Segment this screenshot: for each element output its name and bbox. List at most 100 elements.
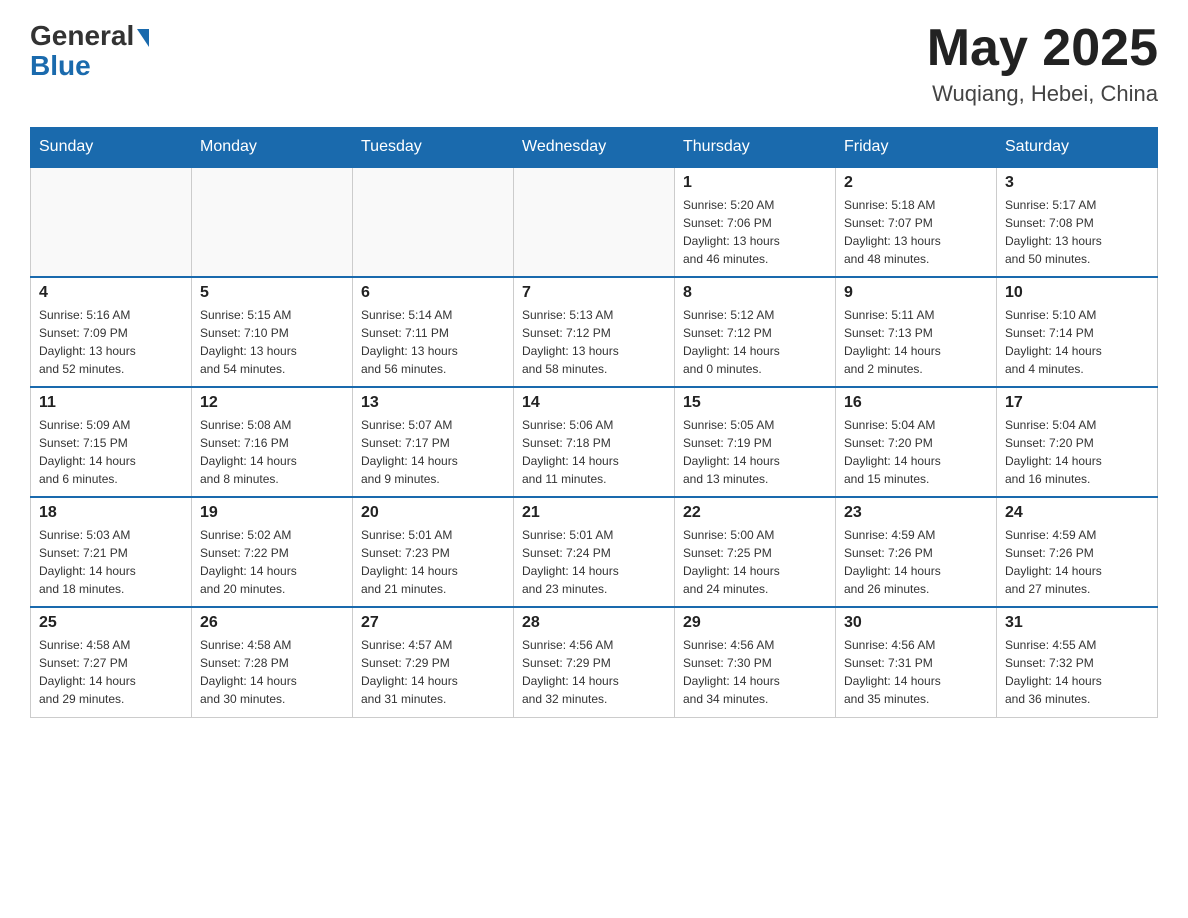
day-info: Sunrise: 5:04 AM Sunset: 7:20 PM Dayligh… [1005,416,1149,488]
day-number: 25 [39,614,183,632]
calendar-cell: 13 Sunrise: 5:07 AM Sunset: 7:17 PM Dayli… [353,387,514,497]
day-info: Sunrise: 5:05 AM Sunset: 7:19 PM Dayligh… [683,416,827,488]
calendar-week-row: 18 Sunrise: 5:03 AM Sunset: 7:21 PM Dayli… [31,497,1158,607]
day-number: 9 [844,284,988,302]
calendar-header-sunday: Sunday [31,128,192,168]
day-info: Sunrise: 5:04 AM Sunset: 7:20 PM Dayligh… [844,416,988,488]
day-number: 1 [683,174,827,192]
calendar-cell: 8 Sunrise: 5:12 AM Sunset: 7:12 PM Daylig… [675,277,836,387]
day-info: Sunrise: 5:10 AM Sunset: 7:14 PM Dayligh… [1005,306,1149,378]
calendar-cell: 31 Sunrise: 4:55 AM Sunset: 7:32 PM Dayli… [997,607,1158,717]
day-info: Sunrise: 5:07 AM Sunset: 7:17 PM Dayligh… [361,416,505,488]
day-number: 26 [200,614,344,632]
day-number: 6 [361,284,505,302]
calendar-cell [31,167,192,277]
day-number: 2 [844,174,988,192]
calendar-cell: 26 Sunrise: 4:58 AM Sunset: 7:28 PM Dayli… [192,607,353,717]
calendar-cell: 17 Sunrise: 5:04 AM Sunset: 7:20 PM Dayli… [997,387,1158,497]
day-info: Sunrise: 5:11 AM Sunset: 7:13 PM Dayligh… [844,306,988,378]
calendar-header-monday: Monday [192,128,353,168]
day-info: Sunrise: 5:06 AM Sunset: 7:18 PM Dayligh… [522,416,666,488]
calendar-week-row: 25 Sunrise: 4:58 AM Sunset: 7:27 PM Dayli… [31,607,1158,717]
calendar-cell: 9 Sunrise: 5:11 AM Sunset: 7:13 PM Daylig… [836,277,997,387]
day-number: 27 [361,614,505,632]
calendar-week-row: 11 Sunrise: 5:09 AM Sunset: 7:15 PM Dayli… [31,387,1158,497]
calendar-header-tuesday: Tuesday [353,128,514,168]
day-number: 3 [1005,174,1149,192]
day-info: Sunrise: 5:15 AM Sunset: 7:10 PM Dayligh… [200,306,344,378]
calendar-cell: 3 Sunrise: 5:17 AM Sunset: 7:08 PM Daylig… [997,167,1158,277]
day-number: 7 [522,284,666,302]
day-info: Sunrise: 4:58 AM Sunset: 7:28 PM Dayligh… [200,636,344,708]
page-header: General Blue May 2025 Wuqiang, Hebei, Ch… [30,20,1158,107]
calendar-cell: 4Sunrise: 5:16 AM Sunset: 7:09 PM Daylig… [31,277,192,387]
calendar-cell [514,167,675,277]
logo: General Blue [30,20,149,82]
day-number: 23 [844,504,988,522]
day-info: Sunrise: 4:57 AM Sunset: 7:29 PM Dayligh… [361,636,505,708]
day-info: Sunrise: 4:59 AM Sunset: 7:26 PM Dayligh… [1005,526,1149,598]
calendar-header-row: SundayMondayTuesdayWednesdayThursdayFrid… [31,128,1158,168]
calendar-cell: 18 Sunrise: 5:03 AM Sunset: 7:21 PM Dayli… [31,497,192,607]
calendar-cell: 16 Sunrise: 5:04 AM Sunset: 7:20 PM Dayli… [836,387,997,497]
calendar-week-row: 1 Sunrise: 5:20 AM Sunset: 7:06 PM Daylig… [31,167,1158,277]
calendar-table: SundayMondayTuesdayWednesdayThursdayFrid… [30,127,1158,718]
calendar-cell: 6Sunrise: 5:14 AM Sunset: 7:11 PM Daylig… [353,277,514,387]
calendar-cell: 11 Sunrise: 5:09 AM Sunset: 7:15 PM Dayli… [31,387,192,497]
calendar-header-friday: Friday [836,128,997,168]
calendar-cell: 22Sunrise: 5:00 AM Sunset: 7:25 PM Dayli… [675,497,836,607]
day-info: Sunrise: 5:02 AM Sunset: 7:22 PM Dayligh… [200,526,344,598]
day-info: Sunrise: 4:58 AM Sunset: 7:27 PM Dayligh… [39,636,183,708]
day-number: 28 [522,614,666,632]
day-number: 22 [683,504,827,522]
logo-blue-text: Blue [30,50,91,82]
day-number: 8 [683,284,827,302]
calendar-cell: 19 Sunrise: 5:02 AM Sunset: 7:22 PM Dayli… [192,497,353,607]
calendar-header-thursday: Thursday [675,128,836,168]
title-section: May 2025 Wuqiang, Hebei, China [927,20,1158,107]
day-info: Sunrise: 4:59 AM Sunset: 7:26 PM Dayligh… [844,526,988,598]
day-info: Sunrise: 5:20 AM Sunset: 7:06 PM Dayligh… [683,196,827,268]
calendar-cell: 29 Sunrise: 4:56 AM Sunset: 7:30 PM Dayli… [675,607,836,717]
calendar-cell: 28 Sunrise: 4:56 AM Sunset: 7:29 PM Dayli… [514,607,675,717]
day-number: 17 [1005,394,1149,412]
day-number: 21 [522,504,666,522]
day-number: 5 [200,284,344,302]
logo-general-text: General [30,20,134,52]
day-info: Sunrise: 5:08 AM Sunset: 7:16 PM Dayligh… [200,416,344,488]
calendar-cell: 14 Sunrise: 5:06 AM Sunset: 7:18 PM Dayli… [514,387,675,497]
month-title: May 2025 [927,20,1158,77]
day-info: Sunrise: 5:01 AM Sunset: 7:23 PM Dayligh… [361,526,505,598]
calendar-cell: 23 Sunrise: 4:59 AM Sunset: 7:26 PM Dayli… [836,497,997,607]
calendar-cell: 30Sunrise: 4:56 AM Sunset: 7:31 PM Dayli… [836,607,997,717]
day-number: 29 [683,614,827,632]
day-number: 12 [200,394,344,412]
calendar-cell: 25 Sunrise: 4:58 AM Sunset: 7:27 PM Dayli… [31,607,192,717]
calendar-cell: 24 Sunrise: 4:59 AM Sunset: 7:26 PM Dayli… [997,497,1158,607]
day-number: 13 [361,394,505,412]
day-info: Sunrise: 5:12 AM Sunset: 7:12 PM Dayligh… [683,306,827,378]
day-number: 18 [39,504,183,522]
calendar-cell: 1 Sunrise: 5:20 AM Sunset: 7:06 PM Daylig… [675,167,836,277]
day-info: Sunrise: 5:09 AM Sunset: 7:15 PM Dayligh… [39,416,183,488]
day-number: 11 [39,394,183,412]
day-info: Sunrise: 4:56 AM Sunset: 7:30 PM Dayligh… [683,636,827,708]
day-number: 16 [844,394,988,412]
location-title: Wuqiang, Hebei, China [927,81,1158,107]
day-number: 10 [1005,284,1149,302]
calendar-cell: 27 Sunrise: 4:57 AM Sunset: 7:29 PM Dayli… [353,607,514,717]
day-number: 24 [1005,504,1149,522]
day-info: Sunrise: 5:01 AM Sunset: 7:24 PM Dayligh… [522,526,666,598]
calendar-cell: 20 Sunrise: 5:01 AM Sunset: 7:23 PM Dayli… [353,497,514,607]
calendar-week-row: 4Sunrise: 5:16 AM Sunset: 7:09 PM Daylig… [31,277,1158,387]
day-number: 19 [200,504,344,522]
day-number: 20 [361,504,505,522]
day-number: 31 [1005,614,1149,632]
day-number: 14 [522,394,666,412]
calendar-cell: 15Sunrise: 5:05 AM Sunset: 7:19 PM Dayli… [675,387,836,497]
calendar-cell: 12 Sunrise: 5:08 AM Sunset: 7:16 PM Dayli… [192,387,353,497]
day-info: Sunrise: 4:55 AM Sunset: 7:32 PM Dayligh… [1005,636,1149,708]
day-info: Sunrise: 5:03 AM Sunset: 7:21 PM Dayligh… [39,526,183,598]
day-info: Sunrise: 5:17 AM Sunset: 7:08 PM Dayligh… [1005,196,1149,268]
day-info: Sunrise: 4:56 AM Sunset: 7:29 PM Dayligh… [522,636,666,708]
